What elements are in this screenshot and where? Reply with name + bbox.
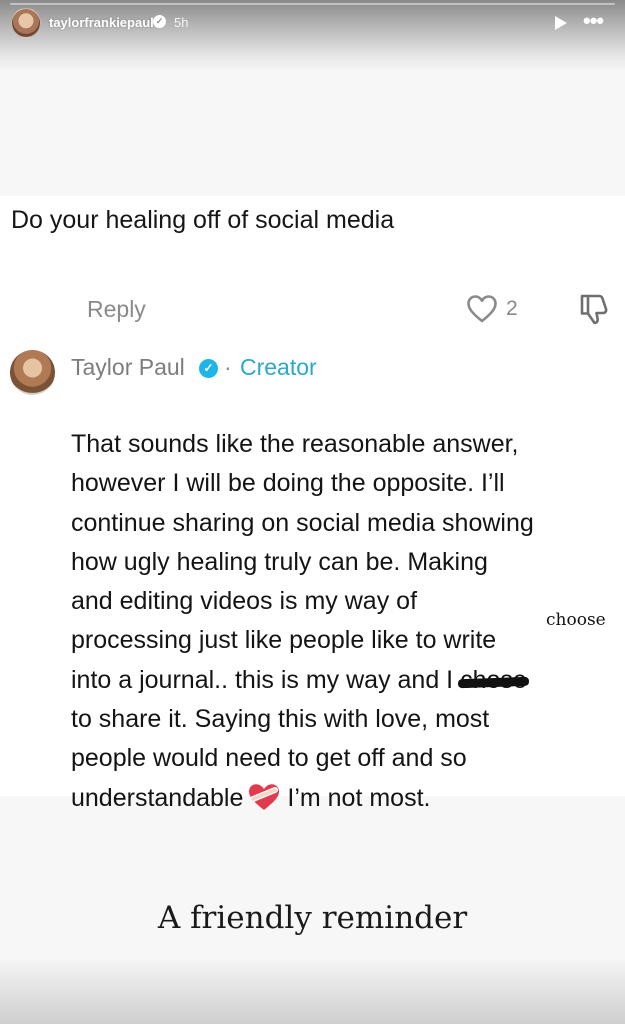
more-icon[interactable]: •••: [583, 8, 604, 34]
struck-word: chose: [460, 661, 527, 700]
creator-reply-text: That sounds like the reasonable answer, …: [71, 425, 623, 818]
play-icon[interactable]: [555, 16, 567, 30]
reply-line: That sounds like the reasonable answer,: [71, 430, 519, 458]
reply-line: into a journal.. this is my way and I ch…: [71, 661, 623, 700]
story-progress-bar: [10, 3, 615, 5]
creator-separator: ·: [224, 354, 232, 380]
story-avatar[interactable]: [11, 8, 41, 38]
reply-line: continue sharing on social media showing: [71, 508, 534, 537]
reply-button[interactable]: Reply: [87, 296, 146, 323]
comment-actions: Reply 2: [0, 292, 625, 332]
bottom-fade: [0, 960, 625, 1024]
reply-line: how ugly healing truly can be. Making: [71, 547, 488, 576]
heart-icon[interactable]: [466, 294, 498, 324]
reply-line-text: understandable: [71, 783, 244, 812]
reply-line: processing just like people like to writ…: [71, 626, 497, 655]
reply-line: people would need to get off and so: [71, 744, 467, 773]
creator-avatar[interactable]: [10, 350, 55, 395]
reply-line-text: I’m not most.: [287, 783, 431, 812]
story-timestamp: 5h: [174, 15, 189, 30]
mending-heart-emoji: [249, 783, 280, 810]
dislike-icon[interactable]: [577, 292, 611, 326]
like-count: 2: [506, 297, 518, 320]
verified-icon: ✓: [199, 359, 218, 378]
handwritten-correction: choose: [546, 610, 606, 630]
creator-badge: Creator: [240, 354, 317, 380]
reply-line: however I will be doing the opposite. I’…: [71, 469, 505, 498]
reply-line-text: into a journal.. this is my way and I: [71, 665, 461, 694]
story-caption: A friendly reminder: [157, 900, 468, 936]
story-header: taylorfrankiepaul ✓ 5h •••: [0, 0, 625, 70]
creator-name[interactable]: Taylor Paul: [71, 354, 185, 381]
verified-icon: ✓: [153, 15, 166, 28]
comment-text: Do your healing off of social media: [11, 206, 395, 234]
reply-line: to share it. Saying this with love, most: [71, 705, 490, 734]
reply-line: understandable I’m not most.: [71, 779, 623, 818]
reply-line: and editing videos is my way of: [71, 587, 418, 616]
story-username[interactable]: taylorfrankiepaul: [49, 15, 154, 30]
